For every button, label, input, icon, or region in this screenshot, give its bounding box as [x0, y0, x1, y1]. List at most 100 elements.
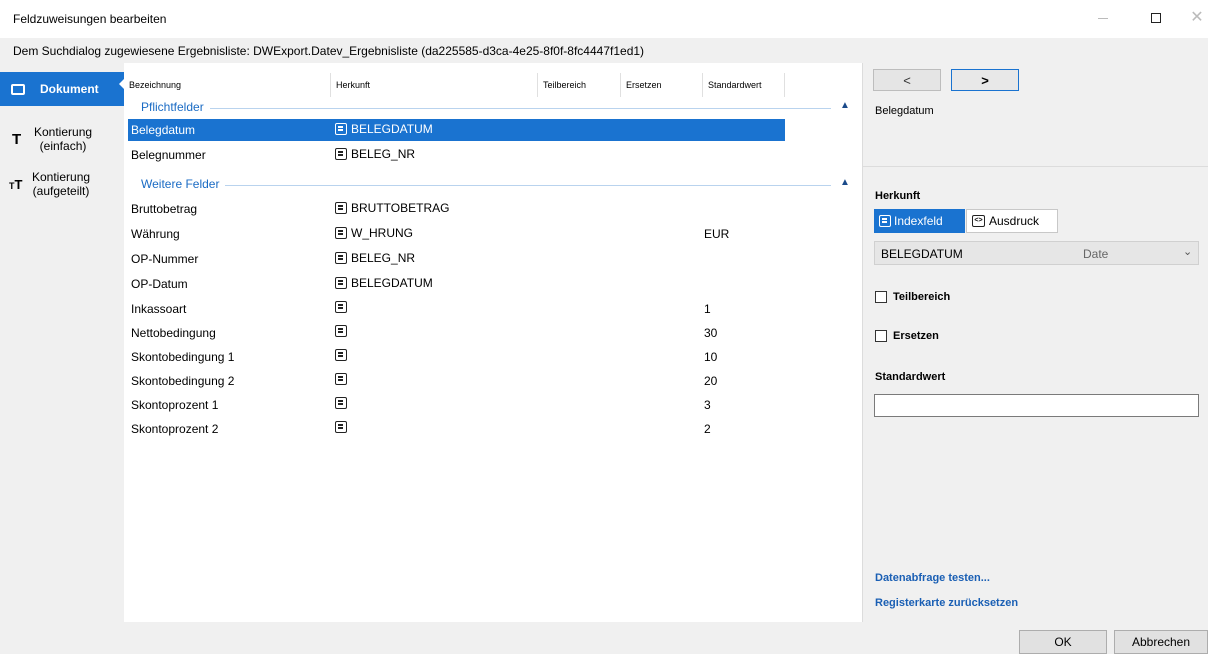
field-assignment-table: Bezeichnung Herkunft Teilbereich Ersetze…	[124, 63, 861, 622]
table-header: Bezeichnung Herkunft Teilbereich Ersetze…	[124, 73, 861, 97]
result-list-info-bar: Dem Suchdialog zugewiesene Ergebnisliste…	[0, 38, 1208, 63]
nav-item-label-line2: (aufgeteilt)	[32, 184, 90, 198]
nav-item-kontierung-aufgeteilt[interactable]: TT Kontierung (aufgeteilt)	[0, 167, 124, 201]
row-default: 20	[704, 374, 718, 388]
group-header-weitere-felder[interactable]: Weitere Felder ▲	[124, 177, 861, 193]
table-row[interactable]: Belegnummer BELEG_NR	[128, 144, 785, 166]
result-list-info-text: Dem Suchdialog zugewiesene Ergebnisliste…	[13, 44, 645, 58]
reset-tab-link[interactable]: Registerkarte zurücksetzen	[875, 597, 1018, 609]
group-divider	[141, 108, 831, 109]
row-source: BELEG_NR	[335, 251, 415, 265]
ausdruck-label: Ausdruck	[989, 214, 1040, 228]
checkbox-box[interactable]	[875, 330, 887, 342]
document-icon	[11, 83, 25, 95]
nav-item-label: Kontierung (einfach)	[34, 125, 92, 153]
row-default: 2	[704, 422, 711, 436]
row-field-name: Skontoprozent 1	[131, 398, 219, 412]
ausdruck-toggle[interactable]: <> Ausdruck	[966, 209, 1058, 233]
cancel-button[interactable]: Abbrechen	[1114, 630, 1208, 654]
row-field-name: Belegdatum	[131, 123, 196, 137]
nav-item-label: Dokument	[40, 82, 99, 96]
row-source	[335, 373, 351, 385]
table-row[interactable]: OP-Nummer BELEG_NR	[128, 248, 785, 270]
indexfeld-toggle[interactable]: Indexfeld	[874, 209, 965, 233]
left-navigation: Dokument T Kontierung (einfach) TT Konti…	[0, 63, 124, 622]
panel-divider	[863, 166, 1208, 167]
text-t-icon: T	[12, 130, 22, 148]
column-header-standardwert[interactable]: Standardwert	[703, 73, 785, 97]
row-source-value: W_HRUNG	[351, 226, 413, 240]
table-row[interactable]: Skontobedingung 2 20	[128, 370, 785, 392]
row-field-name: OP-Datum	[131, 277, 188, 291]
table-row[interactable]: Inkassoart 1	[128, 298, 785, 320]
table-row[interactable]: Skontoprozent 2 2	[128, 418, 785, 440]
row-field-name: Skontoprozent 2	[131, 422, 219, 436]
row-source: BELEGDATUM	[335, 276, 433, 290]
teilbereich-label: Teilbereich	[893, 291, 951, 303]
row-default: 3	[704, 398, 711, 412]
group-divider	[141, 185, 831, 186]
row-field-name: Nettobedingung	[131, 326, 216, 340]
checkbox-box[interactable]	[875, 291, 887, 303]
minimize-button[interactable]	[1086, 6, 1120, 30]
expression-icon: <>	[972, 215, 985, 227]
row-default: EUR	[704, 227, 730, 241]
previous-field-button[interactable]: <	[873, 69, 941, 91]
row-default: 10	[704, 350, 718, 364]
indexfeld-label: Indexfeld	[894, 214, 943, 228]
next-field-button[interactable]: >	[951, 69, 1019, 91]
column-header-bezeichnung[interactable]: Bezeichnung	[124, 73, 331, 97]
row-source	[335, 421, 351, 433]
index-field-icon	[335, 227, 347, 239]
close-button[interactable]: ✕	[1180, 6, 1208, 30]
table-row[interactable]: OP-Datum BELEGDATUM	[128, 273, 785, 295]
row-field-name: Skontobedingung 1	[131, 350, 235, 364]
source-field-dropdown[interactable]: BELEGDATUM Date ⌄	[874, 241, 1199, 265]
table-row[interactable]: Nettobedingung 30	[128, 322, 785, 344]
nav-item-label-line1: Kontierung	[34, 125, 93, 139]
ok-button[interactable]: OK	[1019, 630, 1107, 654]
column-header-herkunft[interactable]: Herkunft	[331, 73, 538, 97]
collapse-chevron-icon[interactable]: ▲	[840, 100, 850, 111]
index-field-icon	[335, 349, 347, 361]
row-default: 1	[704, 302, 711, 316]
column-header-ersetzen[interactable]: Ersetzen	[621, 73, 703, 97]
teilbereich-checkbox[interactable]: Teilbereich	[875, 291, 950, 303]
close-icon: ✕	[1190, 9, 1204, 26]
table-row[interactable]: Bruttobetrag BRUTTOBETRAG	[128, 198, 785, 220]
maximize-button[interactable]	[1139, 6, 1173, 30]
index-field-icon	[335, 202, 347, 214]
row-default: 30	[704, 326, 718, 340]
collapse-chevron-icon[interactable]: ▲	[840, 177, 850, 188]
test-query-link[interactable]: Datenabfrage testen...	[875, 572, 990, 584]
dropdown-value: BELEGDATUM	[881, 247, 963, 261]
nav-item-label: Kontierung (aufgeteilt)	[32, 170, 90, 198]
group-header-pflichtfelder[interactable]: Pflichtfelder ▲	[124, 100, 861, 116]
title-bar: Feldzuweisungen bearbeiten ✕	[0, 0, 1208, 38]
chevron-right-icon: >	[981, 72, 989, 88]
row-source: BELEG_NR	[335, 147, 415, 161]
minimize-icon	[1098, 17, 1108, 19]
table-row[interactable]: Skontobedingung 1 10	[128, 346, 785, 368]
ersetzen-checkbox[interactable]: Ersetzen	[875, 330, 939, 342]
column-header-teilbereich[interactable]: Teilbereich	[538, 73, 621, 97]
table-row[interactable]: Skontoprozent 1 3	[128, 394, 785, 416]
selected-field-name: Belegdatum	[875, 105, 934, 117]
index-field-icon	[335, 421, 347, 433]
row-source-value: BELEGDATUM	[351, 122, 433, 136]
dialog-footer: OK Abbrechen	[0, 622, 1208, 654]
index-field-icon	[879, 215, 891, 227]
nav-item-kontierung-einfach[interactable]: T Kontierung (einfach)	[0, 122, 124, 156]
index-field-icon	[335, 123, 347, 135]
table-row[interactable]: Belegdatum BELEGDATUM	[128, 119, 785, 141]
text-size-icon: TT	[9, 176, 23, 192]
row-field-name: Bruttobetrag	[131, 202, 198, 216]
table-row[interactable]: Währung W_HRUNG EUR	[128, 223, 785, 245]
index-field-icon	[335, 277, 347, 289]
row-field-name: OP-Nummer	[131, 252, 199, 266]
nav-item-dokument[interactable]: Dokument	[0, 72, 124, 106]
row-source: BELEGDATUM	[335, 122, 433, 136]
standardwert-input[interactable]	[874, 394, 1199, 417]
ersetzen-label: Ersetzen	[893, 330, 939, 342]
chevron-down-icon: ⌄	[1183, 246, 1193, 258]
